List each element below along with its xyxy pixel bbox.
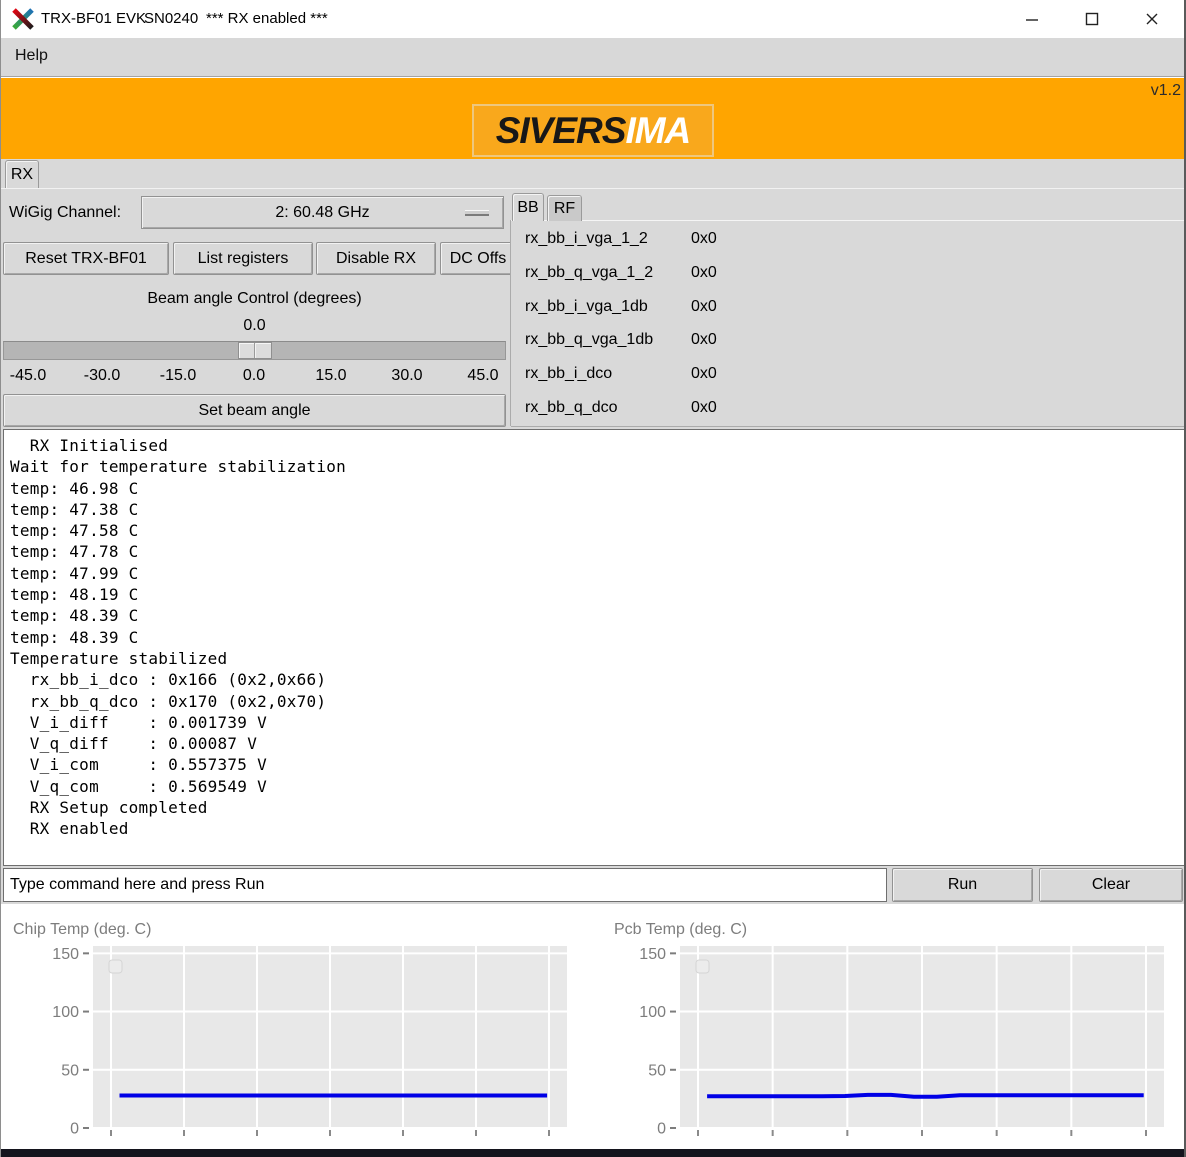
svg-text:100: 100 (639, 1004, 666, 1021)
register-list: rx_bb_i_vga_1_20x0 rx_bb_q_vga_1_20x0 rx… (511, 220, 1185, 426)
tab-rf[interactable]: RF (547, 195, 582, 221)
console-line: Wait for temperature stabilization (10, 456, 1184, 477)
chip-temp-chart[interactable]: 0 50 100 150 (39, 938, 573, 1154)
console-line: temp: 46.98 C (10, 478, 1184, 499)
scale-tick-label: 15.0 (315, 367, 346, 385)
console-line: V_i_diff : 0.001739 V (10, 712, 1184, 733)
wigig-channel-value: 2: 60.48 GHz (275, 204, 369, 221)
console-line: RX Setup completed (10, 797, 1184, 818)
set-beam-angle-button[interactable]: Set beam angle (3, 394, 506, 427)
tab-pane-border (1, 188, 1184, 189)
window-title: TRX-BF01 EVK (41, 10, 146, 27)
slider-handle[interactable] (238, 342, 272, 359)
app-logo-icon (11, 7, 35, 36)
svg-text:50: 50 (648, 1062, 666, 1079)
close-button[interactable] (1129, 0, 1175, 38)
pcb-temp-chart[interactable]: 0 50 100 150 (626, 938, 1170, 1154)
minimize-icon (1025, 12, 1039, 26)
register-row: rx_bb_i_vga_1db0x0 (511, 298, 1185, 320)
svg-text:100: 100 (52, 1004, 79, 1021)
console-log[interactable]: RX Initialised Wait for temperature stab… (3, 429, 1185, 866)
maximize-icon (1085, 12, 1099, 26)
register-row: rx_bb_q_vga_1_20x0 (511, 264, 1185, 286)
menu-bar: Help (1, 38, 1184, 77)
register-row: rx_bb_i_dco0x0 (511, 365, 1185, 387)
reset-trx-button[interactable]: Reset TRX-BF01 (3, 242, 169, 275)
svg-text:50: 50 (61, 1062, 79, 1079)
close-icon (1145, 12, 1159, 26)
console-line: V_q_diff : 0.00087 V (10, 733, 1184, 754)
minimize-button[interactable] (1009, 0, 1055, 38)
beam-angle-title: Beam angle Control (degrees) (1, 290, 508, 308)
svg-text:150: 150 (52, 946, 79, 963)
bottom-edge-bar (1, 1149, 1184, 1157)
scale-tick-label: -30.0 (84, 367, 120, 385)
logo-text-sivers: SIVERS (496, 112, 626, 149)
console-line: temp: 48.19 C (10, 584, 1184, 605)
console-line: temp: 47.58 C (10, 520, 1184, 541)
console-line: V_i_com : 0.557375 V (10, 754, 1184, 775)
console-line: temp: 48.39 C (10, 605, 1184, 626)
wigig-channel-select[interactable]: 2: 60.48 GHz (141, 196, 504, 229)
scale-tick-label: -45.0 (10, 367, 46, 385)
console-line: temp: 47.38 C (10, 499, 1184, 520)
svg-text:0: 0 (70, 1121, 79, 1138)
disable-rx-button[interactable]: Disable RX (316, 242, 436, 275)
version-label: v1.2 (1151, 82, 1181, 100)
console-line: Temperature stabilized (10, 648, 1184, 669)
wigig-channel-label: WiGig Channel: (9, 204, 121, 222)
command-input[interactable] (3, 868, 887, 902)
pcb-temp-chart-title: Pcb Temp (deg. C) (614, 921, 747, 939)
svg-text:0: 0 (657, 1121, 666, 1138)
register-row: rx_bb_q_dco0x0 (511, 399, 1185, 421)
beam-angle-value: 0.0 (1, 317, 508, 335)
console-line: V_q_com : 0.569549 V (10, 776, 1184, 797)
tab-bb[interactable]: BB (512, 193, 544, 221)
console-line: temp: 48.39 C (10, 627, 1184, 648)
beam-angle-slider[interactable] (3, 341, 506, 360)
svg-text:150: 150 (639, 946, 666, 963)
chip-temp-chart-title: Chip Temp (deg. C) (13, 921, 151, 939)
maximize-button[interactable] (1069, 0, 1115, 38)
register-row: rx_bb_i_vga_1_20x0 (511, 230, 1185, 252)
register-panel: BB RF rx_bb_i_vga_1_20x0 rx_bb_q_vga_1_2… (511, 193, 1185, 426)
console-line: RX Initialised (10, 435, 1184, 456)
menu-help[interactable]: Help (15, 47, 48, 65)
window-title-serial: SN0240 (144, 10, 198, 27)
run-button[interactable]: Run (892, 868, 1033, 902)
logo-text-ima: IMA (625, 112, 690, 149)
console-line: rx_bb_i_dco : 0x166 (0x2,0x66) (10, 669, 1184, 690)
register-row: rx_bb_q_vga_1db0x0 (511, 331, 1185, 353)
tab-rx[interactable]: RX (5, 160, 39, 188)
siversima-logo: SIVERSIMA (472, 104, 714, 157)
scale-tick-label: -15.0 (160, 367, 196, 385)
scale-tick-label: 30.0 (391, 367, 422, 385)
console-line: temp: 47.99 C (10, 563, 1184, 584)
scale-tick-label: 0.0 (243, 367, 265, 385)
dropdown-indicator-icon (465, 210, 489, 216)
charts-section: Chip Temp (deg. C) Pcb Temp (deg. C) 0 50… (1, 904, 1184, 1149)
app-window: TRX-BF01 EVK SN0240 *** RX enabled *** H… (0, 0, 1186, 1157)
console-line: rx_bb_q_dco : 0x170 (0x2,0x70) (10, 691, 1184, 712)
dc-offset-button[interactable]: DC Offs (440, 242, 516, 275)
title-bar[interactable]: TRX-BF01 EVK SN0240 *** RX enabled *** (1, 0, 1184, 38)
scale-tick-label: 45.0 (467, 367, 498, 385)
console-line: temp: 47.78 C (10, 541, 1184, 562)
window-title-status: *** RX enabled *** (206, 10, 328, 27)
console-line: RX enabled (10, 818, 1184, 839)
list-registers-button[interactable]: List registers (173, 242, 313, 275)
clear-button[interactable]: Clear (1039, 868, 1183, 902)
brand-banner: v1.2 SIVERSIMA (1, 78, 1184, 159)
